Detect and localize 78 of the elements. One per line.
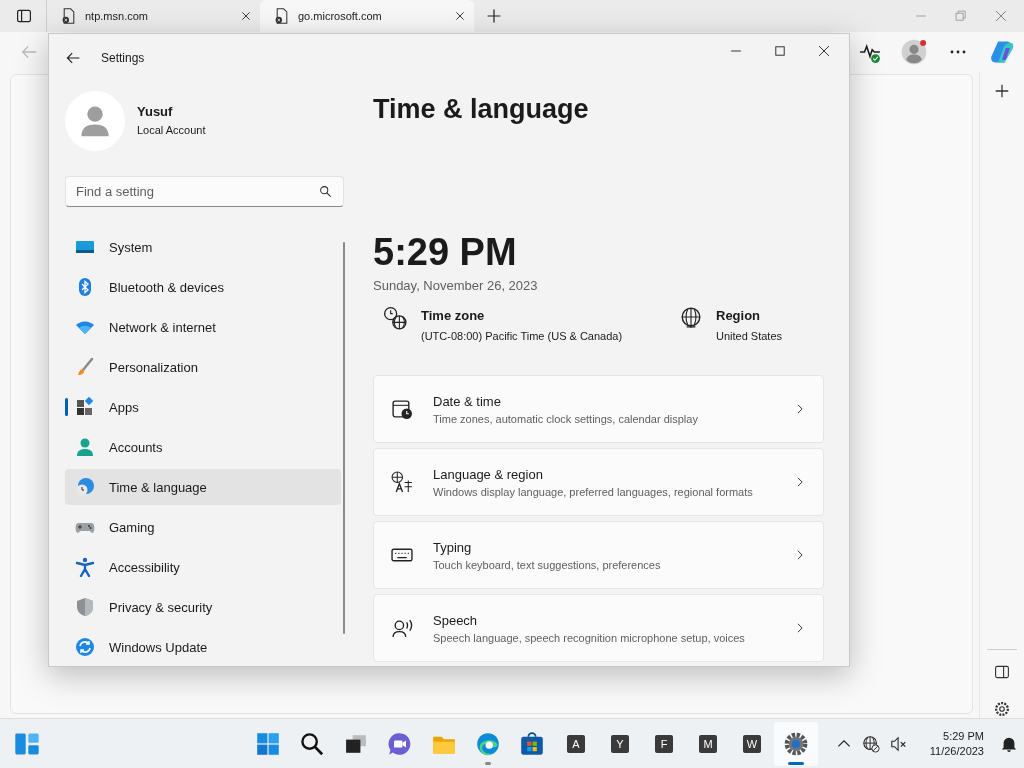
- browser-tab[interactable]: go.microsoft.com: [260, 0, 474, 32]
- store-icon[interactable]: [520, 731, 544, 756]
- current-time: 5:29 PM: [373, 230, 518, 275]
- taskbar-button[interactable]: M: [686, 721, 730, 766]
- task-view-icon[interactable]: [345, 732, 367, 755]
- sync-icon: [75, 637, 95, 657]
- page-error-icon: [274, 8, 290, 24]
- calendar-clock-icon: [391, 398, 413, 420]
- settings-icon[interactable]: [993, 700, 1011, 718]
- video-chat-icon[interactable]: [388, 731, 412, 756]
- window-title: Settings: [101, 51, 145, 65]
- settings-card[interactable]: Language & region Windows display language, preferred languages, regional formats: [373, 448, 824, 516]
- settings-card[interactable]: Date & time Time zones, automatic clock settings, calendar display: [373, 375, 824, 443]
- paintbrush-icon: [75, 357, 95, 377]
- search-icon: [319, 185, 332, 198]
- nav-item[interactable]: Gaming: [65, 509, 341, 545]
- windows-logo-icon[interactable]: [256, 731, 280, 756]
- info-label: Region: [716, 307, 762, 325]
- back-arrow-icon[interactable]: [65, 50, 81, 66]
- taskbar-button[interactable]: [774, 721, 818, 766]
- app-letter-icon[interactable]: A: [567, 734, 585, 753]
- volume-muted-icon[interactable]: [889, 734, 908, 753]
- selection-indicator: [65, 398, 68, 416]
- nav-item[interactable]: Windows Update: [65, 629, 341, 665]
- nav-item[interactable]: Personalization: [65, 349, 341, 385]
- settings-card[interactable]: Speech Speech language, speech recognition microphone setup, voices: [373, 594, 824, 662]
- taskbar-button[interactable]: A: [554, 721, 598, 766]
- running-indicator: [485, 761, 491, 765]
- page-error-icon: [61, 8, 77, 24]
- accessibility-icon: [75, 557, 95, 577]
- tab-actions-icon[interactable]: [16, 8, 32, 24]
- browser-logo-icon[interactable]: [476, 731, 500, 756]
- info-value: United States: [716, 329, 783, 344]
- globe-icon: [680, 306, 702, 328]
- taskbar-clock[interactable]: 5:29 PM 11/26/2023: [929, 728, 984, 759]
- nav-item[interactable]: Privacy & security: [65, 589, 341, 625]
- maximize-icon[interactable]: [773, 44, 787, 58]
- taskbar-button[interactable]: F: [642, 721, 686, 766]
- close-icon[interactable]: [817, 44, 831, 58]
- profile-avatar-icon[interactable]: [901, 39, 927, 65]
- shield-icon: [75, 597, 95, 617]
- sidebar-panel-icon[interactable]: [994, 664, 1010, 680]
- language-icon: [391, 471, 413, 493]
- globe-no-network-icon[interactable]: [861, 734, 880, 753]
- close-icon[interactable]: [240, 10, 252, 22]
- app-letter-icon[interactable]: Y: [611, 734, 629, 753]
- taskbar-button[interactable]: W: [730, 721, 774, 766]
- apps-icon: [75, 397, 95, 417]
- page-title: Time & language: [373, 93, 590, 126]
- nav-item[interactable]: Bluetooth & devices: [65, 269, 341, 305]
- app-letter-icon[interactable]: W: [743, 734, 761, 753]
- nav-item[interactable]: Accessibility: [65, 549, 341, 585]
- running-indicator: [788, 761, 804, 765]
- current-date: Sunday, November 26, 2023: [373, 277, 539, 295]
- app-letter-icon[interactable]: M: [699, 734, 717, 753]
- scrollbar[interactable]: [343, 242, 345, 634]
- add-icon[interactable]: [993, 82, 1011, 100]
- globe-clock-icon: [75, 477, 95, 497]
- search-field[interactable]: Find a setting: [65, 176, 344, 207]
- search-icon[interactable]: [300, 731, 324, 756]
- close-icon[interactable]: [454, 10, 466, 22]
- taskbar-button[interactable]: Y: [598, 721, 642, 766]
- copilot-logo-icon[interactable]: [989, 39, 1015, 65]
- nav-item[interactable]: Time & language: [65, 469, 341, 505]
- user-name: Yusuf: [137, 103, 174, 121]
- info-label: Time zone: [421, 307, 486, 325]
- nav-item[interactable]: Network & internet: [65, 309, 341, 345]
- account-type: Local Account: [137, 123, 206, 138]
- nav-item[interactable]: System: [65, 229, 341, 265]
- gear-icon[interactable]: [783, 730, 809, 757]
- info-value: (UTC-08:00) Pacific Time (US & Canada): [421, 329, 623, 344]
- speaking-person-icon: [391, 617, 413, 639]
- settings-card[interactable]: Typing Touch keyboard, text suggestions, preferences: [373, 521, 824, 589]
- new-tab-icon[interactable]: [486, 8, 502, 24]
- clock-globe-icon: [383, 306, 407, 330]
- nav-item[interactable]: Accounts: [65, 429, 341, 465]
- person-icon: [75, 437, 95, 457]
- app-letter-icon[interactable]: F: [655, 734, 673, 753]
